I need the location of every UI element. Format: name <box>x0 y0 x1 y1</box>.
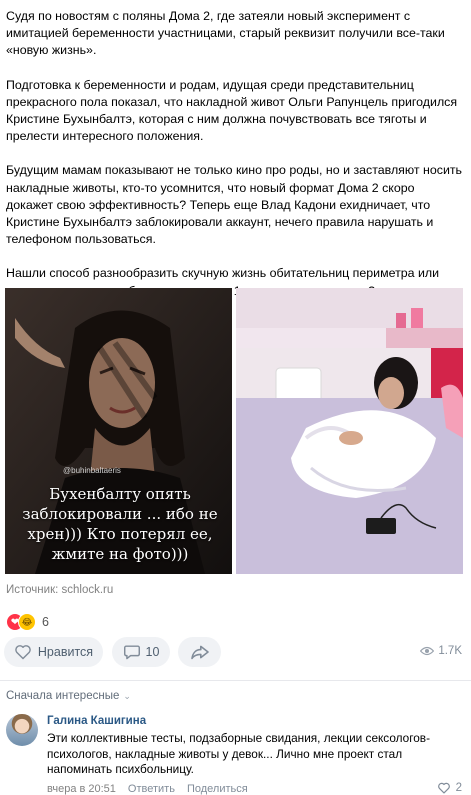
comment-author[interactable]: Галина Кашигина <box>47 714 465 729</box>
source-label: Источник: <box>6 584 59 596</box>
comment-icon <box>123 645 140 660</box>
photo-bed-scene[interactable] <box>236 288 463 574</box>
reply-button[interactable]: Ответить <box>128 783 175 795</box>
photo-caption: Бухенбалту опять заблокировали ... ибо н… <box>22 485 218 563</box>
post-paragraph: Судя по новостям с поляны Дома 2, где за… <box>6 9 445 58</box>
comment-body: Галина Кашигина Эти коллективные тесты, … <box>47 714 465 795</box>
share-arrow-icon <box>190 645 209 660</box>
photo-instagram-story[interactable]: @buhinbaltaeris Бухенбалту опять заблоки… <box>5 288 232 574</box>
comment-meta: вчера в 20:51 Ответить Поделиться <box>47 783 465 795</box>
reactions-count: 6 <box>42 615 49 629</box>
comment-button[interactable]: 10 <box>112 637 170 667</box>
comments-sort-label: Сначала интересные <box>6 690 120 702</box>
like-button-label: Нравится <box>37 645 94 659</box>
eye-icon <box>420 646 435 656</box>
heart-outline-icon <box>15 645 31 660</box>
views-counter: 1.7K <box>420 645 462 657</box>
bed-scene-image <box>236 288 463 574</box>
post-photos: @buhinbaltaeris Бухенбалту опять заблоки… <box>5 288 463 574</box>
source-link[interactable]: schlock.ru <box>62 584 114 596</box>
views-count: 1.7K <box>438 645 462 657</box>
comment-time[interactable]: вчера в 20:51 <box>47 783 116 795</box>
post-paragraph: Будущим мамам показывают не только кино … <box>6 163 463 247</box>
avatar[interactable] <box>6 714 38 746</box>
photo-watermark: @buhinbaltaeris <box>63 466 121 475</box>
comment-like-count: 2 <box>455 782 462 794</box>
post-action-bar: Нравится 10 1.7K <box>4 637 466 667</box>
divider <box>0 680 471 681</box>
post-text: Судя по новостям с поляны Дома 2, где за… <box>6 8 464 317</box>
reactions-summary[interactable]: ❤ 😂 6 <box>6 613 49 631</box>
chevron-down-icon: ⌄ <box>123 690 131 701</box>
share-button[interactable] <box>178 637 221 667</box>
comment-text: Эти коллективные тесты, подзаборные свид… <box>47 731 431 776</box>
heart-outline-icon <box>437 782 450 794</box>
post-paragraph: Подготовка к беременности и родам, идуща… <box>6 77 458 144</box>
comments-sort-dropdown[interactable]: Сначала интересные ⌄ <box>6 690 131 702</box>
post-source: Источник: schlock.ru <box>6 584 113 596</box>
laugh-reaction-icon: 😂 <box>18 613 36 631</box>
like-button[interactable]: Нравится <box>4 637 103 667</box>
comment-like-button[interactable]: 2 <box>437 782 462 794</box>
comment-count: 10 <box>145 645 160 659</box>
comment-share-button[interactable]: Поделиться <box>187 783 248 795</box>
